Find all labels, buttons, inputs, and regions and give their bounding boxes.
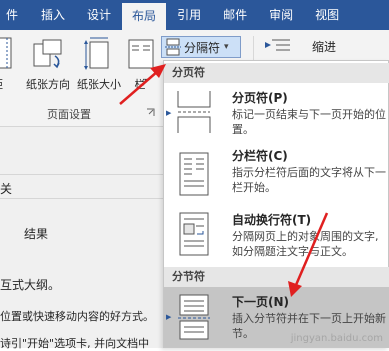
text-wrapping-break-icon <box>179 212 209 256</box>
next-page-section-break-icon <box>178 294 210 340</box>
page-size-icon <box>84 37 109 70</box>
columns-icon <box>128 39 154 69</box>
indent-label: 缩进 <box>312 40 337 54</box>
columns-caret-icon: ▾ <box>144 76 149 85</box>
breaks-dropdown-menu: 分页符 ▶ 分页符(P) 标记一页结束与下一页开始的位置。 分栏符(C) 指示分… <box>163 60 389 348</box>
page-breaks-header: 分页符 <box>164 63 389 83</box>
doc-text: 位置或快速移动内容的好方式。 <box>0 310 154 323</box>
section-breaks-header: 分节符 <box>164 267 389 287</box>
tab-mailings[interactable]: 邮件 <box>212 0 258 30</box>
doc-text: 结果 <box>24 227 49 241</box>
watermark-text: jingyan.baidu.com <box>290 333 383 344</box>
menu-item-desc: 指示分栏符后面的文字将从下一栏开始。 <box>232 166 386 194</box>
document-area: 关 结果 互式大纲。 位置或快速移动内容的好方式。 诗引"开始"选项卡, 并向文… <box>0 127 165 350</box>
orientation-button[interactable]: 纸张方向 <box>26 36 70 94</box>
tab-design[interactable]: 设计 <box>76 0 122 30</box>
tab-insert[interactable]: 插入 <box>30 0 76 30</box>
divider <box>0 174 165 175</box>
menu-item-title: 分页符(P) <box>232 91 288 105</box>
margins-icon <box>0 37 12 69</box>
menu-item-desc: 标记一页结束与下一页开始的位置。 <box>232 108 386 136</box>
menu-item-title: 自动换行符(T) <box>232 213 312 227</box>
tab-review[interactable]: 审阅 <box>258 0 304 30</box>
tab-references[interactable]: 引用 <box>166 0 212 30</box>
breaks-label: 分隔符 <box>184 40 221 55</box>
triangle-marker-icon: ▶ <box>166 313 172 321</box>
page-setup-group-label: 页面设置 <box>47 108 91 121</box>
breaks-button[interactable]: 分隔符 ▾ <box>161 36 241 58</box>
menu-item-title: 下一页(N) <box>232 295 290 309</box>
breaks-icon <box>165 38 181 56</box>
menu-item-column-break[interactable]: 分栏符(C) 指示分栏符后面的文字将从下一栏开始。 <box>164 143 389 205</box>
divider <box>0 198 165 199</box>
orientation-icon <box>33 39 62 69</box>
dialog-launcher-icon[interactable] <box>146 108 155 117</box>
doc-text: 诗引"开始"选项卡, 并向文档中 <box>0 337 150 350</box>
ribbon-tab-bar: 件 插入 设计 布局 引用 邮件 审阅 视图 <box>0 0 389 30</box>
columns-label: 栏 <box>134 78 146 91</box>
doc-text: 互式大纲。 <box>0 278 61 292</box>
page-break-icon <box>177 91 211 133</box>
menu-item-desc: 分隔网页上的对象周围的文字, 如分隔题注文字与正文。 <box>232 230 379 258</box>
columns-button[interactable]: 栏 ▾ <box>118 36 162 94</box>
column-break-icon <box>179 152 209 196</box>
menu-item-title: 分栏符(C) <box>232 149 288 163</box>
menu-item-text-wrapping-break[interactable]: 自动换行符(T) 分隔网页上的对象周围的文字, 如分隔题注文字与正文。 <box>164 207 389 265</box>
indent-icon <box>265 39 290 51</box>
triangle-marker-icon: ▶ <box>166 109 172 117</box>
orientation-label: 纸张方向 <box>26 78 70 91</box>
tab-view[interactable]: 视图 <box>304 0 350 30</box>
menu-item-page-break[interactable]: ▶ 分页符(P) 标记一页结束与下一页开始的位置。 <box>164 83 389 141</box>
doc-text: 关 <box>0 182 13 196</box>
margins-button[interactable]: 距 <box>0 36 22 94</box>
tab-layout[interactable]: 布局 <box>122 3 167 30</box>
chevron-down-icon: ▾ <box>224 42 229 52</box>
tab-file[interactable]: 件 <box>0 0 30 30</box>
